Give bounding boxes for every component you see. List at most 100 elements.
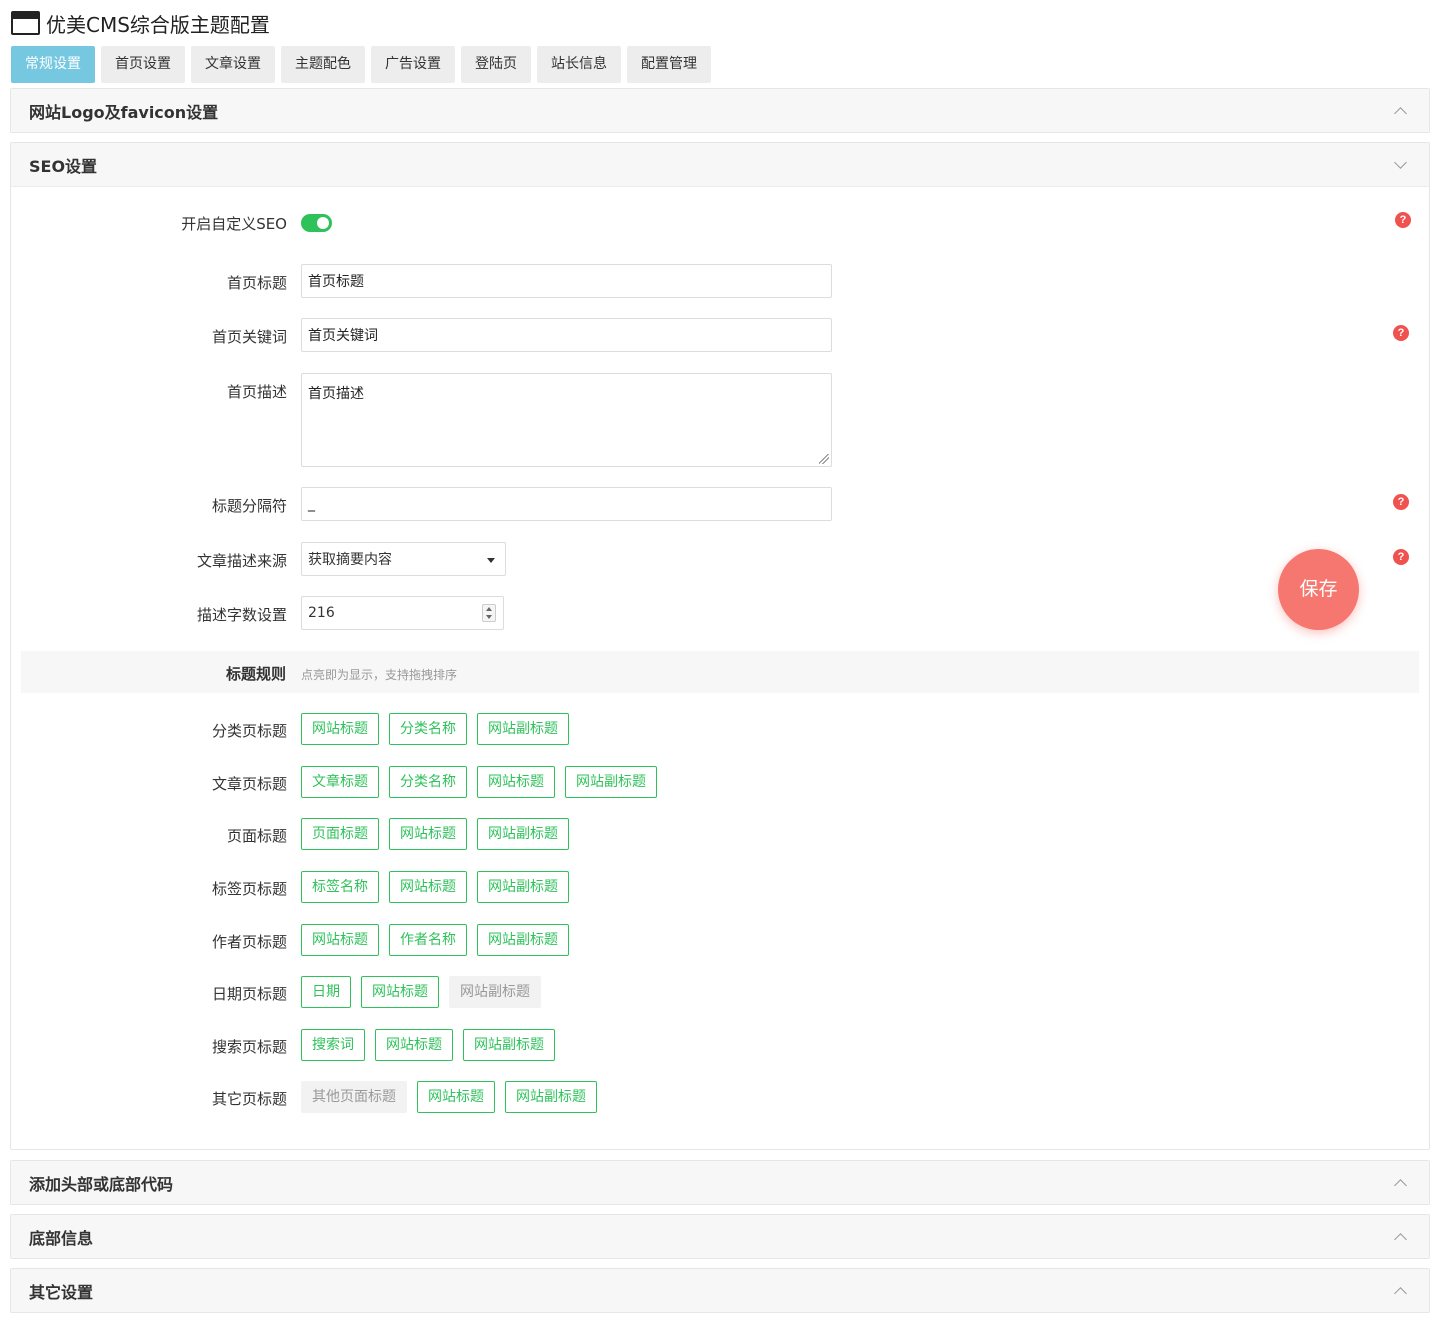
desc-length-input[interactable]: 216 bbox=[301, 596, 504, 630]
other-settings-panel-header[interactable]: 其它设置 bbox=[11, 1269, 1429, 1312]
rule-chips: 其他页面标题 网站标题 网站副标题 bbox=[301, 1081, 607, 1113]
header-footer-code-panel: 添加头部或底部代码 bbox=[10, 1160, 1430, 1205]
rule-chip[interactable]: 作者名称 bbox=[389, 924, 467, 956]
field-label: 分类页标题 bbox=[211, 722, 287, 740]
tab-theme-color[interactable]: 主题配色 bbox=[281, 46, 365, 83]
desc-source-select[interactable]: 获取摘要内容 bbox=[301, 542, 506, 576]
panel-title: SEO设置 bbox=[29, 156, 98, 176]
custom-seo-toggle[interactable] bbox=[301, 214, 332, 232]
chevron-up-icon bbox=[1394, 1286, 1407, 1300]
panel-title: 添加头部或底部代码 bbox=[29, 1174, 174, 1194]
footer-info-panel-header[interactable]: 底部信息 bbox=[11, 1215, 1429, 1258]
rule-chip[interactable]: 网站标题 bbox=[417, 1081, 495, 1113]
logo-favicon-panel-header[interactable]: 网站Logo及favicon设置 bbox=[11, 89, 1429, 132]
field-label: 标签页标题 bbox=[211, 880, 287, 898]
rule-chip[interactable]: 页面标题 bbox=[301, 818, 379, 850]
rule-chip[interactable]: 分类名称 bbox=[389, 766, 467, 798]
field-label: 页面标题 bbox=[226, 827, 287, 845]
rule-chips: 网站标题 分类名称 网站副标题 bbox=[301, 713, 579, 745]
number-spinner[interactable] bbox=[482, 604, 496, 622]
header-footer-code-panel-header[interactable]: 添加头部或底部代码 bbox=[11, 1161, 1429, 1204]
tab-login-page[interactable]: 登陆页 bbox=[461, 46, 531, 83]
rule-chip-disabled[interactable]: 其他页面标题 bbox=[301, 1081, 407, 1113]
rule-chip[interactable]: 标签名称 bbox=[301, 871, 379, 903]
rule-chip[interactable]: 网站副标题 bbox=[565, 766, 657, 798]
other-settings-panel: 其它设置 bbox=[10, 1268, 1430, 1313]
rule-chip[interactable]: 网站副标题 bbox=[463, 1029, 555, 1061]
rule-chip[interactable]: 分类名称 bbox=[389, 713, 467, 745]
select-value: 获取摘要内容 bbox=[308, 552, 392, 568]
tab-webmaster-info[interactable]: 站长信息 bbox=[537, 46, 621, 83]
rule-chip[interactable]: 网站标题 bbox=[477, 766, 555, 798]
rule-chip[interactable]: 网站标题 bbox=[389, 818, 467, 850]
save-button[interactable]: 保存 bbox=[1278, 549, 1359, 630]
rule-chip[interactable]: 网站标题 bbox=[375, 1029, 453, 1061]
rule-chip[interactable]: 搜索词 bbox=[301, 1029, 365, 1061]
rule-chip[interactable]: 网站副标题 bbox=[505, 1081, 597, 1113]
help-icon[interactable]: ? bbox=[1393, 325, 1409, 341]
logo-favicon-panel: 网站Logo及favicon设置 bbox=[10, 88, 1430, 133]
rule-chip[interactable]: 网站副标题 bbox=[477, 871, 569, 903]
rule-chip[interactable]: 网站副标题 bbox=[477, 924, 569, 956]
settings-tabs: 常规设置 首页设置 文章设置 主题配色 广告设置 登陆页 站长信息 配置管理 bbox=[11, 46, 717, 83]
separator-input[interactable]: _ bbox=[301, 487, 832, 521]
rule-chip[interactable]: 网站副标题 bbox=[477, 713, 569, 745]
page-title: 优美CMS综合版主题配置 bbox=[46, 12, 270, 37]
field-label: 描述字数设置 bbox=[196, 606, 287, 624]
chevron-up-icon bbox=[1394, 106, 1407, 120]
tab-home[interactable]: 首页设置 bbox=[101, 46, 185, 83]
chevron-up-icon bbox=[1394, 1232, 1407, 1246]
title-rules-label: 标题规则 bbox=[225, 665, 286, 683]
seo-panel-body: 开启自定义SEO ? 首页标题 首页标题 首页关键词 首页关键词 ? 首页描述 … bbox=[11, 186, 1429, 1113]
rule-chips: 日期 网站标题 网站副标题 bbox=[301, 976, 551, 1008]
help-icon[interactable]: ? bbox=[1395, 212, 1411, 228]
tab-general[interactable]: 常规设置 bbox=[11, 46, 95, 83]
textarea-value: 首页描述 bbox=[308, 386, 364, 402]
tab-config-manage[interactable]: 配置管理 bbox=[627, 46, 711, 83]
tab-ads[interactable]: 广告设置 bbox=[371, 46, 455, 83]
rule-chip[interactable]: 网站标题 bbox=[301, 713, 379, 745]
chevron-down-icon bbox=[1394, 155, 1407, 169]
field-label: 其它页标题 bbox=[211, 1090, 287, 1108]
seo-panel: SEO设置 开启自定义SEO ? 首页标题 首页标题 首页关键词 首页关键词 ?… bbox=[10, 142, 1430, 1150]
home-desc-textarea[interactable]: 首页描述 bbox=[301, 373, 832, 467]
field-label: 搜索页标题 bbox=[211, 1038, 287, 1056]
field-label: 文章页标题 bbox=[211, 775, 287, 793]
field-label: 作者页标题 bbox=[211, 933, 287, 951]
rule-chip[interactable]: 文章标题 bbox=[301, 766, 379, 798]
title-rules-hint: 点亮即为显示，支持拖拽排序 bbox=[301, 668, 458, 682]
rule-chip[interactable]: 网站副标题 bbox=[477, 818, 569, 850]
field-label: 首页标题 bbox=[226, 274, 287, 292]
seo-panel-header[interactable]: SEO设置 bbox=[11, 143, 1429, 186]
field-label: 首页关键词 bbox=[211, 328, 287, 346]
rule-chip[interactable]: 网站标题 bbox=[361, 976, 439, 1008]
footer-info-panel: 底部信息 bbox=[10, 1214, 1430, 1259]
field-label: 开启自定义SEO bbox=[181, 215, 287, 233]
chevron-up-icon bbox=[1394, 1178, 1407, 1192]
rule-chip-disabled[interactable]: 网站副标题 bbox=[449, 976, 541, 1008]
home-title-input[interactable]: 首页标题 bbox=[301, 264, 832, 298]
field-label: 标题分隔符 bbox=[211, 497, 287, 515]
rule-chip[interactable]: 网站标题 bbox=[301, 924, 379, 956]
field-label: 日期页标题 bbox=[211, 985, 287, 1003]
rule-chips: 搜索词 网站标题 网站副标题 bbox=[301, 1029, 565, 1061]
rule-chips: 网站标题 作者名称 网站副标题 bbox=[301, 924, 579, 956]
panel-title: 其它设置 bbox=[29, 1282, 94, 1302]
browser-window-icon bbox=[11, 11, 40, 35]
home-keywords-input[interactable]: 首页关键词 bbox=[301, 318, 832, 352]
field-label: 首页描述 bbox=[226, 383, 287, 401]
resize-handle-icon[interactable] bbox=[819, 454, 829, 464]
number-value: 216 bbox=[308, 605, 335, 621]
help-icon[interactable]: ? bbox=[1393, 549, 1409, 565]
title-rules-header: 标题规则 点亮即为显示，支持拖拽排序 bbox=[21, 651, 1419, 693]
field-label: 文章描述来源 bbox=[196, 552, 287, 570]
rule-chips: 标签名称 网站标题 网站副标题 bbox=[301, 871, 579, 903]
rule-chip[interactable]: 网站标题 bbox=[389, 871, 467, 903]
caret-down-icon bbox=[487, 558, 495, 563]
rule-chips: 文章标题 分类名称 网站标题 网站副标题 bbox=[301, 766, 667, 798]
rule-chip[interactable]: 日期 bbox=[301, 976, 351, 1008]
panel-title: 底部信息 bbox=[29, 1228, 94, 1248]
tab-article[interactable]: 文章设置 bbox=[191, 46, 275, 83]
help-icon[interactable]: ? bbox=[1393, 494, 1409, 510]
page-header: 优美CMS综合版主题配置 bbox=[11, 8, 270, 38]
